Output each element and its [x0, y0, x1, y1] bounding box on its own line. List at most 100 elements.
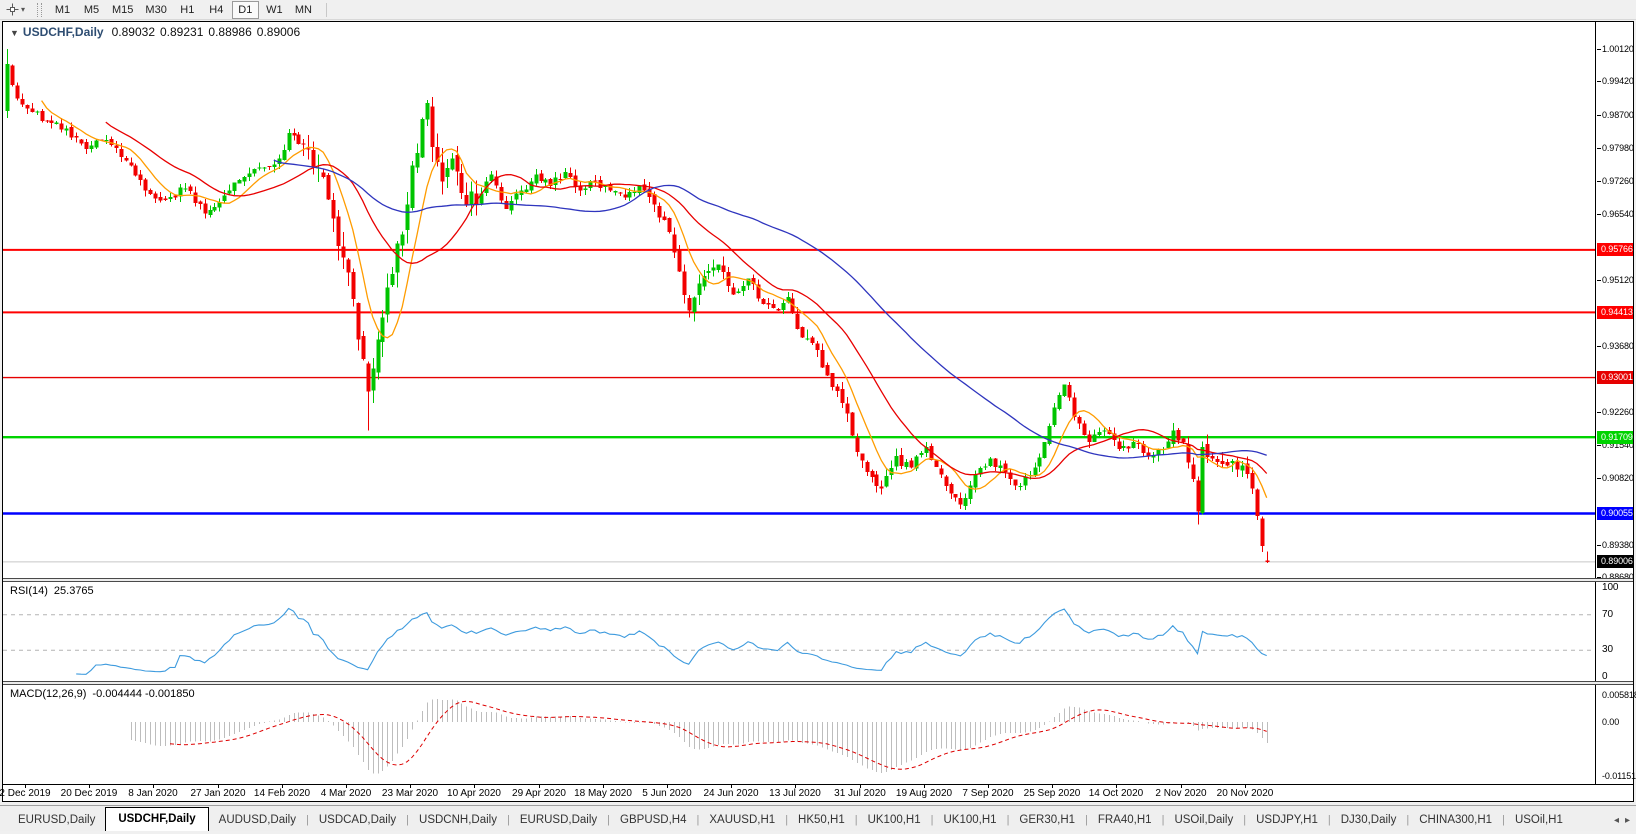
- chart-tab-usoil-h1[interactable]: USOil,H1: [1505, 810, 1573, 831]
- timeframe-button-h4[interactable]: H4: [203, 1, 230, 19]
- timeframe-button-d1[interactable]: D1: [232, 1, 259, 19]
- price-axis-tick-mark: [1597, 478, 1601, 479]
- rsi-value: 25.3765: [54, 585, 94, 597]
- timeframe-button-m15[interactable]: M15: [107, 1, 138, 19]
- ohlc-close-value: 0.89006: [257, 25, 300, 39]
- timeframe-button-m30[interactable]: M30: [140, 1, 171, 19]
- price-axis-tick: 0.93680: [1602, 340, 1633, 352]
- macd-axis-tick: 0.00: [1602, 716, 1633, 728]
- price-axis-tick: 1.00120: [1602, 43, 1633, 55]
- rsi-canvas[interactable]: [3, 582, 1596, 681]
- chart-tab-usdjpy-h1[interactable]: USDJPY,H1: [1246, 810, 1328, 831]
- price-axis-tick-mark: [1597, 181, 1601, 182]
- ohlc-low-value: 0.88986: [208, 25, 251, 39]
- ohlc-high-value: 0.89231: [160, 25, 203, 39]
- date-axis-label: 24 Jun 2020: [696, 788, 766, 799]
- price-axis-tick: 0.98700: [1602, 109, 1633, 121]
- price-axis-tick-mark: [1597, 81, 1601, 82]
- price-axis-tick: 0.96540: [1602, 208, 1633, 220]
- price-axis-tick-mark: [1597, 412, 1601, 413]
- timeframe-button-h1[interactable]: H1: [174, 1, 201, 19]
- rsi-pane: 10070300 RSI(14) 25.3765: [3, 582, 1633, 681]
- price-axis[interactable]: 1.001200.994200.987000.979800.972600.965…: [1597, 22, 1633, 578]
- chart-symbol-label: USDCHF,Daily: [23, 25, 104, 39]
- chart-tab-ger30-h1[interactable]: GER30,H1: [1009, 810, 1085, 831]
- price-axis-tick-mark: [1597, 280, 1601, 281]
- top-toolbar: ▾ M1M5M15M30H1H4D1W1MN: [0, 0, 1636, 20]
- timeframe-button-m5[interactable]: M5: [78, 1, 105, 19]
- hline-price-label: 0.90055: [1597, 507, 1633, 520]
- moving-average-21[interactable]: [106, 122, 1267, 478]
- chart-tab-fra40-h1[interactable]: FRA40,H1: [1088, 810, 1162, 831]
- date-axis-label: 10 Apr 2020: [439, 788, 509, 799]
- chart-tab-usdcad-daily[interactable]: USDCAD,Daily: [309, 810, 406, 831]
- tab-scroll-arrows: ◂▸: [1611, 815, 1633, 826]
- date-axis-label: 8 Jan 2020: [118, 788, 188, 799]
- macd-signal-value: -0.001850: [145, 688, 195, 700]
- chart-tab-eurusd-daily[interactable]: EURUSD,Daily: [510, 810, 607, 831]
- date-axis-label: 23 Mar 2020: [375, 788, 445, 799]
- price-axis-tick: 0.97260: [1602, 175, 1633, 187]
- ohlc-open-value: 0.89032: [112, 25, 155, 39]
- date-axis-label: 5 Jun 2020: [632, 788, 702, 799]
- up-candle-wicks: [8, 49, 1243, 514]
- hline-price-label: 0.93001: [1597, 371, 1633, 384]
- chart-tab-usdcnh-daily[interactable]: USDCNH,Daily: [409, 810, 507, 831]
- date-axis-label: 20 Nov 2020: [1210, 788, 1280, 799]
- chart-tab-uk100-h1[interactable]: UK100,H1: [858, 810, 931, 831]
- crosshair-tool-button[interactable]: ▾: [2, 1, 29, 18]
- date-axis-label: 7 Sep 2020: [953, 788, 1023, 799]
- macd-canvas[interactable]: [3, 685, 1596, 784]
- timeframe-button-m1[interactable]: M1: [49, 1, 76, 19]
- hline-price-label: 0.94413: [1597, 306, 1633, 319]
- chart-tab-usoil-daily[interactable]: USOil,Daily: [1164, 810, 1243, 831]
- chart-tab-uk100-h1[interactable]: UK100,H1: [934, 810, 1007, 831]
- chart-tab-hk50-h1[interactable]: HK50,H1: [788, 810, 855, 831]
- price-axis-tick: 0.89380: [1602, 539, 1633, 551]
- price-chart-canvas[interactable]: [3, 22, 1596, 578]
- chart-tab-dj30-daily[interactable]: DJ30,Daily: [1331, 810, 1407, 831]
- toolbar-grip[interactable]: [37, 3, 42, 17]
- date-axis-label: 14 Oct 2020: [1081, 788, 1151, 799]
- down-candle-wicks: [13, 64, 1268, 562]
- price-axis-tick: 0.95120: [1602, 274, 1633, 286]
- tab-scroll-left-icon[interactable]: ◂: [1611, 815, 1622, 826]
- chart-tabs: EURUSD,DailyUSDCHF,DailyAUDUSD,Daily|USD…: [0, 805, 1573, 831]
- date-axis-label: 4 Mar 2020: [311, 788, 381, 799]
- chart-tab-gbpusd-h4[interactable]: GBPUSD,H4: [610, 810, 696, 831]
- price-axis-tick-mark: [1597, 49, 1601, 50]
- price-axis-tick-mark: [1597, 115, 1601, 116]
- chevron-down-icon: ▾: [21, 5, 25, 14]
- price-axis-tick: 0.99420: [1602, 75, 1633, 87]
- price-axis-tick-mark: [1597, 346, 1601, 347]
- tab-scroll-right-icon[interactable]: ▸: [1622, 815, 1633, 826]
- macd-axis-tick: 0.005818: [1602, 689, 1633, 701]
- date-axis-label: 25 Sep 2020: [1017, 788, 1087, 799]
- chart-tab-xauusd-h1[interactable]: XAUUSD,H1: [699, 810, 785, 831]
- hline-price-label: 0.91709: [1597, 431, 1633, 444]
- date-axis-label: 31 Jul 2020: [825, 788, 895, 799]
- price-axis-tick-mark: [1597, 545, 1601, 546]
- timeframe-button-mn[interactable]: MN: [290, 1, 317, 19]
- macd-axis-tick: -0.01151: [1602, 770, 1633, 782]
- collapse-triangle-icon[interactable]: ▼: [10, 28, 19, 38]
- rsi-axis-tick: 100: [1602, 582, 1633, 594]
- chart-tab-usdchf-daily[interactable]: USDCHF,Daily: [105, 807, 208, 831]
- chart-window: 1.001200.994200.987000.979800.972600.965…: [2, 21, 1634, 802]
- rsi-axis-tick: 30: [1602, 644, 1633, 656]
- down-candle-bodies: [11, 65, 1270, 562]
- timeframe-button-w1[interactable]: W1: [261, 1, 288, 19]
- chart-tab-eurusd-daily[interactable]: EURUSD,Daily: [8, 810, 105, 831]
- price-axis-tick-mark: [1597, 445, 1601, 446]
- date-axis[interactable]: 2 Dec 201920 Dec 20198 Jan 202027 Jan 20…: [3, 784, 1633, 801]
- price-axis-tick: 0.92260: [1602, 406, 1633, 418]
- macd-main-value: -0.004444: [92, 688, 142, 700]
- crosshair-icon: [6, 3, 19, 16]
- chart-tab-audusd-daily[interactable]: AUDUSD,Daily: [209, 810, 306, 831]
- macd-axis[interactable]: 0.005818 0.00 -0.01151: [1597, 685, 1633, 784]
- rsi-axis[interactable]: 10070300: [1597, 582, 1633, 681]
- price-axis-tick-mark: [1597, 214, 1601, 215]
- rsi-title: RSI(14): [10, 585, 48, 597]
- chart-tab-china300-h1[interactable]: CHINA300,H1: [1409, 810, 1502, 831]
- rsi-line: [76, 609, 1267, 675]
